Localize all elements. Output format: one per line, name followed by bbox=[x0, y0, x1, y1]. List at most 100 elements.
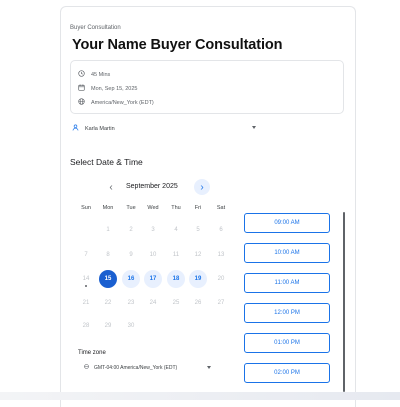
calendar-day[interactable]: 19 bbox=[189, 270, 207, 288]
calendar-day-number: 5 bbox=[196, 227, 200, 233]
calendar-day[interactable]: 18 bbox=[167, 270, 185, 288]
time-slot-button[interactable]: 10:00 AM bbox=[244, 243, 330, 263]
calendar-day-number: 27 bbox=[217, 300, 225, 306]
calendar-day: 6 bbox=[212, 221, 230, 239]
globe-icon bbox=[84, 364, 89, 371]
calendar-day: 5 bbox=[189, 221, 207, 239]
calendar-day-number: 9 bbox=[129, 252, 133, 258]
timezone-row: America/New_York (EDT) bbox=[78, 98, 154, 107]
time-slot-button[interactable]: 02:00 PM bbox=[244, 363, 330, 383]
timezone-label: Time zone bbox=[78, 350, 106, 356]
time-slot-button[interactable]: 01:00 PM bbox=[244, 333, 330, 353]
calendar-day-number: 10 bbox=[149, 252, 157, 258]
calendar-day: 11 bbox=[167, 246, 185, 264]
calendar-day-number: 4 bbox=[174, 227, 178, 233]
chevron-down-icon[interactable] bbox=[207, 366, 211, 369]
person-icon bbox=[72, 124, 79, 133]
calendar-day: 25 bbox=[167, 294, 185, 312]
calendar-day-number: 6 bbox=[219, 227, 223, 233]
calendar-day-number: 20 bbox=[217, 276, 225, 282]
calendar-day: 20 bbox=[212, 270, 230, 288]
calendar-day-number: 1 bbox=[106, 227, 110, 233]
weekday-label: Mon bbox=[102, 205, 114, 211]
timezone-text: America/New_York (EDT) bbox=[91, 99, 154, 106]
calendar-day: 29 bbox=[99, 317, 117, 335]
calendar-day: 9 bbox=[122, 246, 140, 264]
timezone-select-value: GMT-04:00 America/New_York (EDT) bbox=[94, 364, 178, 371]
calendar-day-number: 28 bbox=[82, 323, 90, 329]
calendar-month: September 2025 bbox=[126, 183, 178, 190]
today-indicator bbox=[85, 285, 87, 287]
calendar-day: 12 bbox=[189, 246, 207, 264]
calendar-day-number: 11 bbox=[172, 252, 180, 258]
calendar-day: 1 bbox=[99, 221, 117, 239]
event-type-label: Buyer Consultation bbox=[70, 25, 121, 31]
calendar-day-number: 24 bbox=[149, 300, 157, 306]
clock-icon bbox=[78, 70, 85, 79]
chevron-down-icon[interactable] bbox=[252, 126, 256, 129]
calendar-day-number: 8 bbox=[106, 252, 110, 258]
calendar-day: 2 bbox=[122, 221, 140, 239]
calendar-day[interactable]: 16 bbox=[122, 270, 140, 288]
calendar-day: 28 bbox=[77, 317, 95, 335]
time-slot-button[interactable]: 11:00 AM bbox=[244, 273, 330, 293]
user-name: Karla Martin bbox=[85, 125, 115, 132]
calendar-day-number: 3 bbox=[151, 227, 155, 233]
calendar-day-number: 13 bbox=[217, 252, 225, 258]
calendar-day-number: 22 bbox=[104, 300, 112, 306]
page-title: Your Name Buyer Consultation bbox=[72, 37, 283, 53]
page-bottom-edge bbox=[0, 392, 400, 400]
calendar-day: 27 bbox=[212, 294, 230, 312]
calendar-day-number: 16 bbox=[127, 276, 135, 282]
scrollbar[interactable] bbox=[343, 212, 345, 392]
calendar-day-number: 25 bbox=[172, 300, 180, 306]
calendar-icon bbox=[78, 84, 85, 93]
timezone-select[interactable]: GMT-04:00 America/New_York (EDT) bbox=[84, 364, 177, 371]
calendar-day: 8 bbox=[99, 246, 117, 264]
chevron-right-icon[interactable]: › bbox=[194, 179, 210, 195]
chevron-left-icon[interactable]: ‹ bbox=[104, 180, 118, 194]
calendar-day: 14 bbox=[77, 270, 95, 288]
calendar-day: 13 bbox=[212, 246, 230, 264]
duration-text: 45 Mins bbox=[91, 71, 111, 78]
globe-icon bbox=[78, 98, 85, 107]
calendar-day: 3 bbox=[144, 221, 162, 239]
calendar-day-number: 2 bbox=[129, 227, 133, 233]
calendar-day: 23 bbox=[122, 294, 140, 312]
time-slot-button[interactable]: 09:00 AM bbox=[244, 213, 330, 233]
calendar-day-number: 15 bbox=[104, 276, 112, 282]
calendar-day-number: 19 bbox=[194, 276, 202, 282]
weekday-label: Sat bbox=[216, 205, 226, 211]
calendar-day: 26 bbox=[189, 294, 207, 312]
calendar-day-number: 26 bbox=[194, 300, 202, 306]
weekday-label: Wed bbox=[147, 205, 159, 211]
calendar-day: 7 bbox=[77, 246, 95, 264]
time-slot-button[interactable]: 12:00 PM bbox=[244, 303, 330, 323]
calendar-day: 22 bbox=[99, 294, 117, 312]
calendar-day-number: 30 bbox=[127, 323, 135, 329]
calendar-day-number: 12 bbox=[194, 252, 202, 258]
calendar-day: 24 bbox=[144, 294, 162, 312]
calendar-day-number: 17 bbox=[149, 276, 157, 282]
calendar-day-number: 21 bbox=[82, 300, 90, 306]
date-text: Mon, Sep 15, 2025 bbox=[91, 85, 138, 92]
calendar-day: 30 bbox=[122, 317, 140, 335]
weekday-label: Tue bbox=[126, 205, 136, 211]
calendar-day[interactable]: 17 bbox=[144, 270, 162, 288]
event-details-box: 45 Mins Mon, Sep 15, 2025 America/New_Yo… bbox=[70, 60, 344, 114]
calendar-day: 10 bbox=[144, 246, 162, 264]
weekday-label: Sun bbox=[81, 205, 91, 211]
weekday-label: Thu bbox=[171, 205, 181, 211]
calendar-day-number: 14 bbox=[82, 276, 90, 282]
section-title: Select Date & Time bbox=[70, 157, 143, 167]
calendar-header: ‹ September 2025 › bbox=[104, 179, 210, 195]
user-selector[interactable]: Karla Martin bbox=[72, 124, 115, 133]
calendar-day-selected[interactable]: 15 bbox=[99, 270, 117, 288]
weekday-label: Fri bbox=[194, 205, 202, 211]
calendar-day: 21 bbox=[77, 294, 95, 312]
calendar-day-number: 23 bbox=[127, 300, 135, 306]
calendar-day: 4 bbox=[167, 221, 185, 239]
duration-row: 45 Mins bbox=[78, 70, 110, 79]
calendar-day-number: 29 bbox=[104, 323, 112, 329]
calendar-day-number: 18 bbox=[172, 276, 180, 282]
